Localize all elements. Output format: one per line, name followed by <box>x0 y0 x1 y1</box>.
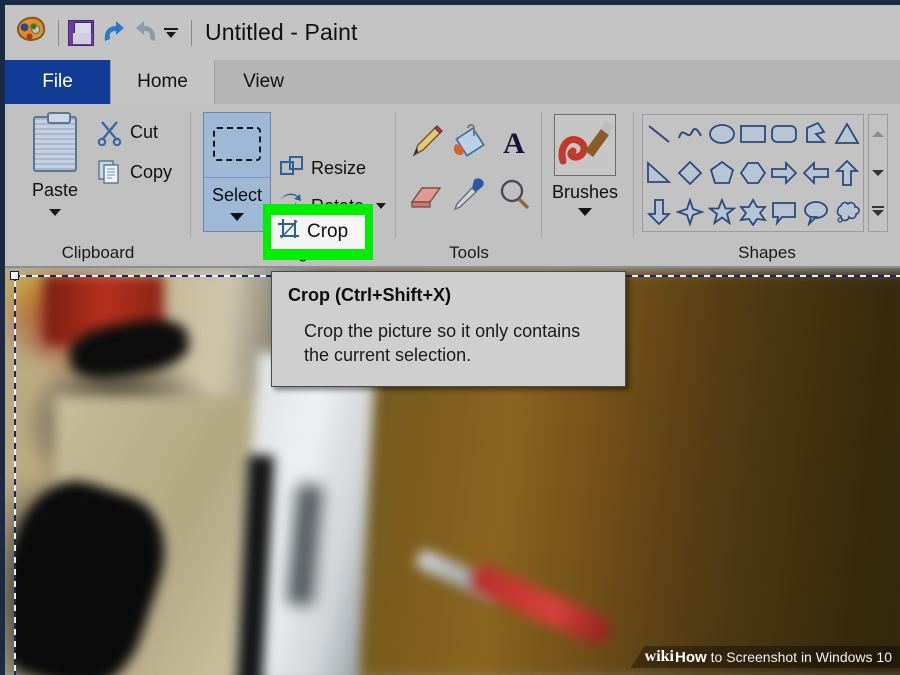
tooltip-line-1: Crop the picture so it only contains <box>304 321 581 341</box>
ribbon-group-shapes: Shapes <box>634 104 900 268</box>
shape-polygon[interactable] <box>802 120 830 148</box>
clipboard-icon <box>33 112 77 172</box>
tab-home[interactable]: Home <box>110 60 215 104</box>
scroll-up-icon[interactable] <box>870 127 886 141</box>
shape-five-point-star[interactable] <box>706 197 737 226</box>
resize-label: Resize <box>311 157 367 178</box>
cut-button[interactable]: Cut <box>97 118 159 147</box>
cut-label: Cut <box>130 121 159 142</box>
crop-tooltip: Crop (Ctrl+Shift+X) Crop the picture so … <box>271 271 626 387</box>
shapes-gallery[interactable] <box>642 114 864 232</box>
more-shapes-icon[interactable] <box>870 205 886 219</box>
svg-text:A: A <box>503 127 525 160</box>
shapes-scrollbar[interactable] <box>868 114 888 232</box>
ribbon: Paste Cut Copy Clipboard Select Resize A… <box>5 104 900 268</box>
watermark-wiki: wiki <box>644 648 674 665</box>
save-icon[interactable] <box>68 17 100 49</box>
fill-with-color-icon[interactable] <box>450 122 490 162</box>
divider <box>58 19 59 46</box>
chevron-down-icon[interactable] <box>376 203 387 209</box>
undo-icon[interactable] <box>100 19 130 47</box>
scroll-down-icon[interactable] <box>870 166 886 180</box>
pencil-icon[interactable] <box>406 122 446 162</box>
brushes-button[interactable] <box>554 114 616 176</box>
color-picker-icon[interactable] <box>450 174 490 214</box>
scissors-icon <box>97 118 123 147</box>
shape-line[interactable] <box>645 120 673 148</box>
group-label-tools: Tools <box>449 243 489 262</box>
shape-rounded-rectangular-callout[interactable] <box>770 198 798 226</box>
resize-icon <box>279 154 305 182</box>
shape-diamond[interactable] <box>676 159 704 187</box>
paint-palette-icon[interactable] <box>14 13 49 49</box>
crop-button[interactable]: Crop <box>271 215 365 249</box>
resize-button[interactable]: Resize <box>279 154 366 182</box>
copy-icon <box>97 158 123 186</box>
shape-left-arrow[interactable] <box>802 159 830 187</box>
divider <box>191 19 192 46</box>
group-label-clipboard: Clipboard <box>61 243 135 262</box>
chevron-down-icon[interactable] <box>578 208 592 216</box>
window-title: Untitled - Paint <box>205 19 358 45</box>
chevron-down-icon[interactable] <box>230 213 244 221</box>
customize-quick-access-icon[interactable] <box>160 20 182 46</box>
selection-handle[interactable] <box>10 271 19 280</box>
magnifier-icon[interactable] <box>494 174 534 214</box>
ribbon-group-tools: A Tools <box>396 104 542 268</box>
ribbon-group-brushes: Brushes <box>542 104 634 268</box>
paste-label: Paste <box>31 180 79 200</box>
watermark: wiki How to Screenshot in Windows 10 <box>630 646 900 668</box>
crop-icon <box>277 218 301 247</box>
crop-highlight-annotation: Crop <box>263 204 373 260</box>
shape-right-triangle[interactable] <box>645 159 673 187</box>
paste-button[interactable]: Paste <box>19 112 91 234</box>
chevron-down-icon[interactable] <box>49 209 61 216</box>
title-bar: Untitled - Paint <box>5 5 900 60</box>
watermark-text: to Screenshot in Windows 10 <box>710 649 892 665</box>
copy-label: Copy <box>130 161 173 182</box>
select-button[interactable]: Select <box>203 112 271 232</box>
shape-down-arrow[interactable] <box>645 198 673 226</box>
selection-rectangle-icon <box>213 127 261 161</box>
crop-label: Crop <box>307 221 349 242</box>
shape-six-point-star[interactable] <box>739 197 767 227</box>
watermark-how: How <box>675 648 707 666</box>
paint-window: Untitled - Paint File Home View Paste Cu… <box>0 0 900 675</box>
tooltip-title: Crop (Ctrl+Shift+X) <box>288 285 452 305</box>
brushes-label: Brushes <box>551 182 619 202</box>
shape-oval[interactable] <box>708 120 736 148</box>
shape-oval-callout[interactable] <box>802 198 830 227</box>
shape-right-arrow[interactable] <box>770 159 798 187</box>
shape-rectangle[interactable] <box>739 120 767 148</box>
text-icon[interactable]: A <box>494 122 534 162</box>
ribbon-tabs: File Home View <box>5 60 900 104</box>
tab-view[interactable]: View <box>216 60 311 104</box>
redo-icon[interactable] <box>130 19 160 47</box>
tooltip-line-2: the current selection. <box>304 344 472 365</box>
shape-curve[interactable] <box>676 120 704 148</box>
shape-four-point-star[interactable] <box>675 196 705 227</box>
group-label-shapes: Shapes <box>738 243 796 262</box>
select-label: Select <box>211 185 263 205</box>
shape-triangle[interactable] <box>833 120 861 148</box>
shape-cloud-callout[interactable] <box>833 198 861 226</box>
shape-hexagon[interactable] <box>739 159 767 187</box>
eraser-icon[interactable] <box>406 174 446 214</box>
shape-up-arrow[interactable] <box>833 159 861 187</box>
copy-button[interactable]: Copy <box>97 158 172 186</box>
shape-pentagon[interactable] <box>708 159 736 187</box>
shape-rounded-rectangle[interactable] <box>770 120 798 148</box>
ribbon-group-clipboard: Paste Cut Copy Clipboard <box>5 104 191 268</box>
tab-file[interactable]: File <box>5 60 110 104</box>
